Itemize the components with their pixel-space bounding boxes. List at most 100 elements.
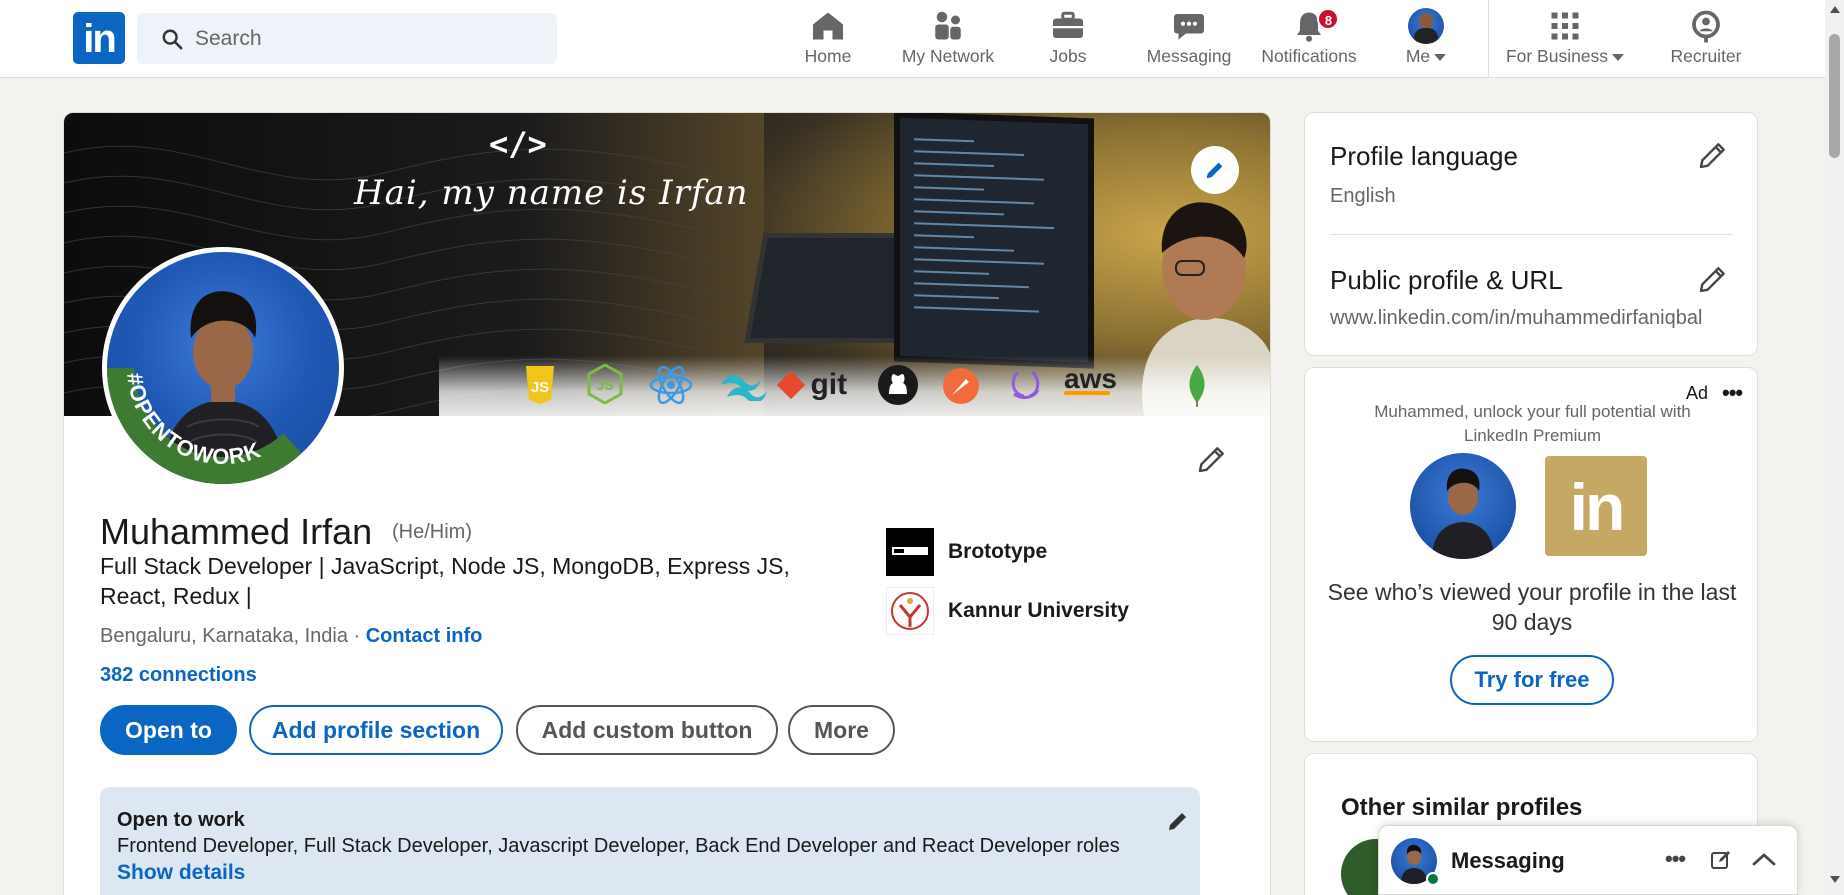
kannur-university-logo xyxy=(886,587,934,635)
nav-notifications-label: Notifications xyxy=(1261,46,1357,66)
nav-divider xyxy=(1488,0,1489,78)
home-icon xyxy=(813,12,843,40)
profile-settings-card: Profile language English Public profile … xyxy=(1304,112,1758,356)
nodejs-icon: JS xyxy=(587,364,623,404)
ad-body: See who’s viewed your profile in the las… xyxy=(1327,579,1737,635)
edit-banner-button[interactable] xyxy=(1191,146,1239,194)
banner-code-tag: </> xyxy=(489,125,547,163)
nav-home[interactable]: Home xyxy=(795,8,861,70)
chevron-down-icon xyxy=(1434,53,1447,61)
open-to-button[interactable]: Open to xyxy=(100,705,237,755)
github-icon xyxy=(878,365,918,405)
chevron-up-icon[interactable] xyxy=(1751,848,1777,872)
add-profile-section-button[interactable]: Add profile section xyxy=(249,705,503,755)
tech-stack-strip xyxy=(439,356,1270,416)
nav-recruiter-label: Recruiter xyxy=(1670,46,1742,66)
avatar: #OPENTOWORK xyxy=(107,252,339,484)
edit-language-pencil-icon[interactable] xyxy=(1697,139,1729,171)
show-details-link[interactable]: Show details xyxy=(117,861,245,885)
open-to-work-box: Open to work Frontend Developer, Full St… xyxy=(100,787,1200,895)
nav-messaging[interactable]: Messaging xyxy=(1142,8,1236,70)
tailwind-icon xyxy=(721,375,767,401)
linkedin-premium-logo: in xyxy=(1545,456,1647,556)
edit-intro-pencil-icon[interactable] xyxy=(1196,443,1228,475)
git-logo-text: git xyxy=(810,368,848,401)
profile-photo[interactable]: #OPENTOWORK xyxy=(102,247,344,489)
nav-jobs[interactable]: Jobs xyxy=(1040,8,1096,70)
public-profile-url: www.linkedin.com/in/muhammedirfaniqbal xyxy=(1330,307,1703,329)
open-to-work-ring: #OPENTOWORK xyxy=(107,367,339,484)
monitor-graphic xyxy=(894,113,1094,369)
contact-info-link[interactable]: Contact info xyxy=(366,625,483,647)
javascript-icon: JS xyxy=(526,366,554,404)
redux-icon xyxy=(1011,370,1040,399)
open-to-work-title: Open to work xyxy=(117,809,245,831)
search-icon xyxy=(162,29,183,50)
pencil-icon xyxy=(1206,162,1223,179)
page-scrollbar[interactable] xyxy=(1825,0,1844,895)
profile-card: </> Hai, my name is Irfan JS JS git aws xyxy=(63,112,1271,895)
git-icon xyxy=(776,370,806,400)
aws-logo: aws xyxy=(1064,363,1117,395)
edit-open-to-work-pencil-icon[interactable] xyxy=(1166,809,1190,833)
more-button[interactable]: More xyxy=(788,705,895,755)
compose-icon[interactable] xyxy=(1709,848,1733,872)
open-to-work-roles: Frontend Developer, Full Stack Developer… xyxy=(117,835,1120,857)
scroll-down-icon[interactable] xyxy=(1830,876,1840,883)
edit-url-pencil-icon[interactable] xyxy=(1697,263,1729,295)
chat-icon xyxy=(1174,14,1204,40)
nav-for-business-label: For Business xyxy=(1505,46,1609,66)
network-icon xyxy=(935,11,961,40)
nav-for-business[interactable]: For Business xyxy=(1505,8,1625,70)
grid-icon xyxy=(1551,12,1579,40)
nav-my-network[interactable]: My Network xyxy=(895,8,1001,70)
ad-avatar xyxy=(1410,453,1516,559)
profile-name: Muhammed Irfan xyxy=(100,511,373,552)
top-nav: in Home My Network Jobs Messaging 8 Noti… xyxy=(0,0,1825,78)
try-for-free-button[interactable]: Try for free xyxy=(1450,655,1614,705)
me-avatar xyxy=(1408,8,1444,44)
search-bar[interactable] xyxy=(137,13,557,64)
public-profile-title: Public profile & URL xyxy=(1330,265,1563,295)
scroll-up-icon[interactable] xyxy=(1830,6,1840,13)
nav-jobs-label: Jobs xyxy=(1049,46,1087,66)
chevron-down-icon xyxy=(1612,53,1625,61)
nav-recruiter[interactable]: Recruiter xyxy=(1668,8,1744,70)
connections-link[interactable]: 382 connections xyxy=(100,664,257,687)
scrollbar-thumb[interactable] xyxy=(1829,34,1840,158)
add-custom-button[interactable]: Add custom button xyxy=(516,705,778,755)
messaging-overlay[interactable]: Messaging ••• xyxy=(1378,825,1798,895)
nav-home-label: Home xyxy=(804,46,852,66)
linkedin-logo[interactable]: in xyxy=(73,12,125,64)
nav-messaging-label: Messaging xyxy=(1146,46,1232,66)
nav-notifications[interactable]: 8 Notifications xyxy=(1256,8,1362,70)
git-logo: git xyxy=(776,368,847,402)
mongodb-icon xyxy=(1189,365,1205,407)
aws-logo-text: aws xyxy=(1064,363,1117,394)
location-text: Bengaluru, Karnataka, India xyxy=(100,625,348,647)
profile-headline: Full Stack Developer | JavaScript, Node … xyxy=(100,553,790,609)
similar-profiles-title: Other similar profiles xyxy=(1341,794,1583,821)
notification-badge: 8 xyxy=(1317,8,1340,30)
search-input[interactable] xyxy=(195,13,535,64)
react-icon xyxy=(649,365,693,405)
messaging-options-icon[interactable]: ••• xyxy=(1665,846,1686,872)
briefcase-icon xyxy=(1053,11,1083,38)
ad-person-graphic xyxy=(1432,468,1494,559)
nav-me-label: Me xyxy=(1405,46,1431,66)
profile-language-title: Profile language xyxy=(1330,141,1518,171)
brototype-logo xyxy=(886,528,934,576)
nav-me[interactable]: Me xyxy=(1398,8,1454,70)
ad-options-icon[interactable]: ••• xyxy=(1722,380,1743,406)
nodejs-icon-label: JS xyxy=(596,377,613,393)
premium-ad-card: Ad ••• Muhammed, unlock your full potent… xyxy=(1304,367,1758,742)
nav-my-network-label: My Network xyxy=(901,46,995,66)
profile-language-value: English xyxy=(1330,185,1396,207)
postman-icon xyxy=(943,368,979,404)
org-name: Brototype xyxy=(948,540,1048,563)
location-separator: · xyxy=(347,625,366,647)
banner-greeting: Hai, my name is Irfan xyxy=(354,173,749,213)
profile-location: Bengaluru, Karnataka, India · Contact in… xyxy=(100,625,482,648)
divider xyxy=(1330,234,1733,235)
recruiter-icon xyxy=(1692,10,1720,43)
